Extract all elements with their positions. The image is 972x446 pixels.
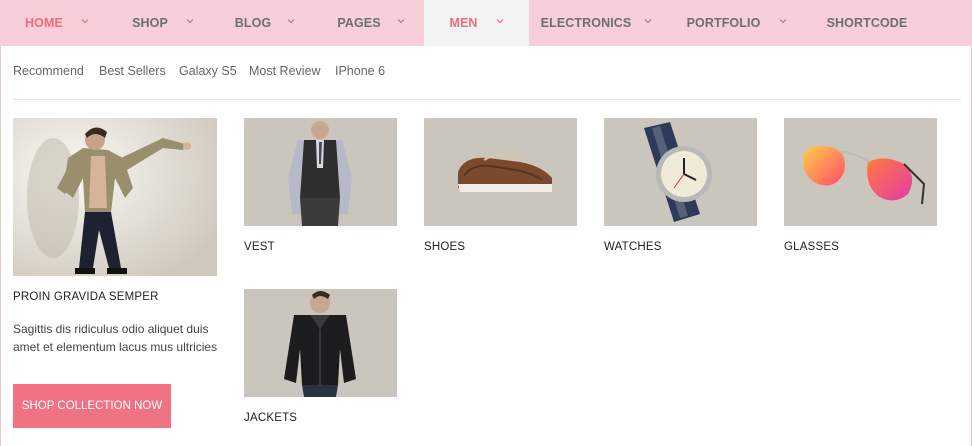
product-tile-jackets[interactable]: JACKETS <box>244 289 397 424</box>
divider <box>13 99 961 100</box>
chevron-down-icon <box>496 19 504 24</box>
nav-item-label: HOME <box>25 16 63 30</box>
model-in-jacket-photo <box>13 118 217 276</box>
nav-item-label: BLOG <box>234 16 272 30</box>
megamenu-panel: Recommend Best Sellers Galaxy S5 Most Re… <box>0 46 972 446</box>
featured-image[interactable] <box>13 118 217 276</box>
product-label[interactable]: SHOES <box>424 241 577 253</box>
chevron-down-icon <box>644 19 652 24</box>
product-label[interactable]: GLASSES <box>784 241 937 253</box>
product-tile-watches[interactable]: WATCHES <box>604 118 757 253</box>
shoes-photo <box>424 118 577 226</box>
nav-item-home[interactable]: HOME <box>0 0 106 46</box>
vest-photo <box>244 118 397 226</box>
shop-collection-button[interactable]: SHOP COLLECTION NOW <box>13 384 171 428</box>
nav-item-label: SHORTCODE <box>826 16 908 30</box>
product-image[interactable] <box>244 118 397 226</box>
product-image[interactable] <box>784 118 937 226</box>
subtab-galaxy-s5[interactable]: Galaxy S5 <box>179 64 237 78</box>
nav-item-electronics[interactable]: ELECTRONICS <box>529 0 659 46</box>
product-tile-glasses[interactable]: GLASSES <box>784 118 937 253</box>
chevron-down-icon <box>81 19 89 24</box>
sunglasses-photo <box>784 118 937 226</box>
nav-item-pages[interactable]: PAGES <box>318 0 424 46</box>
nav-item-label: MEN <box>449 16 478 30</box>
product-image[interactable] <box>424 118 577 226</box>
subtab-best-sellers[interactable]: Best Sellers <box>99 64 166 78</box>
chevron-down-icon <box>186 19 194 24</box>
nav-item-men[interactable]: MEN <box>424 0 529 46</box>
product-tile-shoes[interactable]: SHOES <box>424 118 577 253</box>
watch-photo <box>604 118 757 226</box>
subtab-most-review[interactable]: Most Review <box>249 64 321 78</box>
jacket-photo <box>244 289 397 397</box>
nav-item-label: PAGES <box>337 16 381 30</box>
product-image[interactable] <box>244 289 397 397</box>
main-nav: HOME SHOP BLOG PAGES MEN ELECTRONICS POR… <box>0 0 972 46</box>
product-image[interactable] <box>604 118 757 226</box>
product-label[interactable]: JACKETS <box>244 412 397 424</box>
nav-item-portfolio[interactable]: PORTFOLIO <box>659 0 794 46</box>
subtab-iphone-6[interactable]: IPhone 6 <box>335 64 385 78</box>
nav-item-label: ELECTRONICS <box>540 16 632 30</box>
subtab-recommend[interactable]: Recommend <box>13 64 84 78</box>
product-tile-vest[interactable]: VEST <box>244 118 397 253</box>
nav-item-blog[interactable]: BLOG <box>212 0 318 46</box>
featured-description: Sagittis dis ridiculus odio aliquet duis… <box>13 322 218 354</box>
nav-item-shortcode[interactable]: SHORTCODE <box>794 0 940 46</box>
product-label[interactable]: VEST <box>244 241 397 253</box>
chevron-down-icon <box>397 19 405 24</box>
product-label[interactable]: WATCHES <box>604 241 757 253</box>
chevron-down-icon <box>779 19 787 24</box>
nav-item-label: SHOP <box>132 16 168 30</box>
nav-item-label: PORTFOLIO <box>686 16 761 30</box>
nav-item-shop[interactable]: SHOP <box>106 0 212 46</box>
chevron-down-icon <box>287 19 295 24</box>
featured-title: PROIN GRAVIDA SEMPER <box>13 291 159 303</box>
